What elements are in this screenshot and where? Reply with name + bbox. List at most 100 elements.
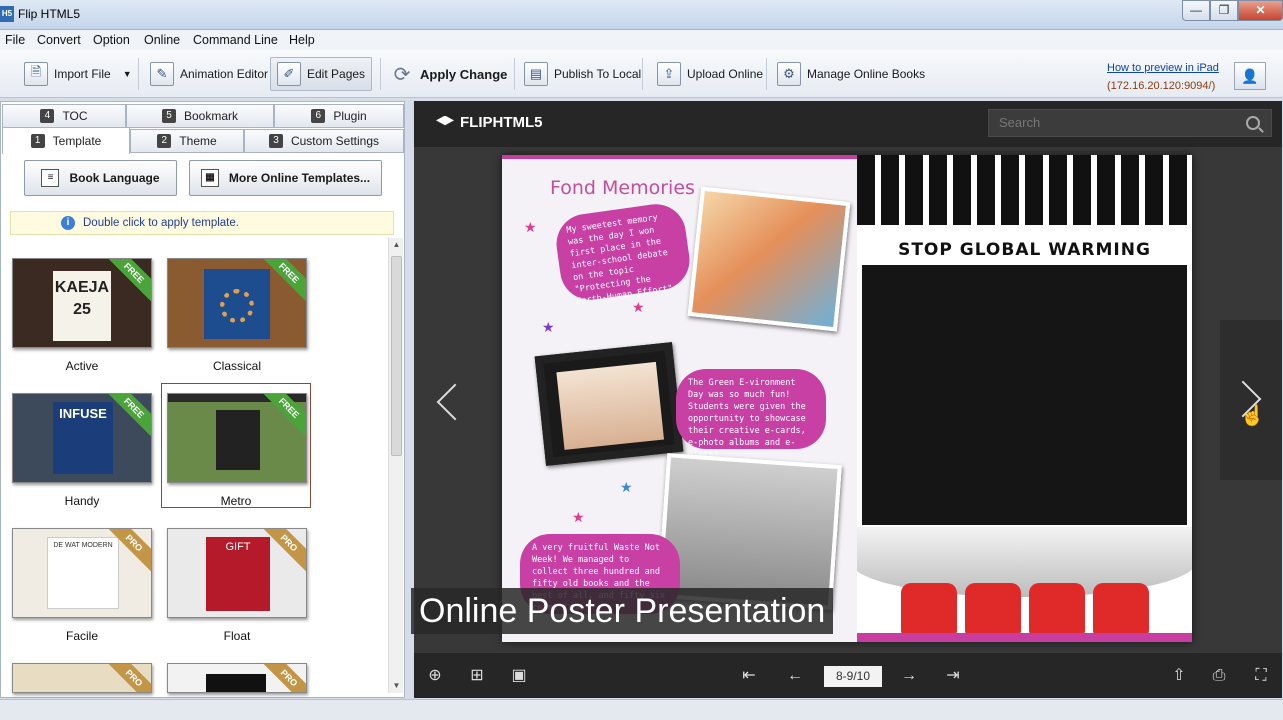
left-page-title: Fond Memories bbox=[550, 177, 695, 199]
pencil-icon: ✎ bbox=[150, 62, 174, 86]
menu-command-line[interactable]: Command Line bbox=[193, 33, 278, 47]
tab-custom-settings[interactable]: 3 Custom Settings bbox=[244, 129, 404, 153]
publish-local-label: Publish To Local bbox=[554, 67, 642, 81]
next-page-icon[interactable]: → bbox=[900, 667, 918, 685]
info-icon: i bbox=[61, 216, 75, 230]
fullscreen-icon[interactable]: ⛶ bbox=[1252, 667, 1270, 685]
tab-label: Bookmark bbox=[183, 109, 239, 123]
star-icon: ★ bbox=[572, 509, 585, 525]
template-name: Metro bbox=[220, 494, 252, 508]
photo-frame bbox=[534, 342, 684, 466]
upload-online-button[interactable]: ⇪ Upload Online bbox=[651, 57, 769, 91]
menu-file[interactable]: File bbox=[5, 33, 25, 47]
chevron-down-icon[interactable]: ▼ bbox=[123, 69, 132, 79]
previous-page-button[interactable] bbox=[432, 379, 474, 425]
event-bubble: The Green E-vironment Day was so much fu… bbox=[676, 369, 826, 460]
book-spread[interactable]: Fond Memories My sweetest memory was the… bbox=[502, 155, 1192, 642]
language-icon: ≡ bbox=[41, 169, 60, 187]
close-button[interactable]: ✕ bbox=[1238, 0, 1283, 21]
toolbar-separator bbox=[514, 58, 515, 90]
minimize-button[interactable]: — bbox=[1182, 0, 1210, 21]
thumb-cover bbox=[216, 410, 260, 470]
children-photo bbox=[556, 361, 665, 450]
template-thumb-active[interactable]: KAEJA 25 FREE bbox=[12, 258, 152, 348]
tab-label: Plugin bbox=[333, 109, 367, 123]
chevron-left-icon bbox=[436, 383, 474, 421]
menu-convert[interactable]: Convert bbox=[37, 33, 81, 47]
tab-bookmark[interactable]: 5 Bookmark bbox=[126, 104, 274, 128]
user-account-button[interactable]: 👤 bbox=[1234, 62, 1266, 90]
template-thumb-partial[interactable]: PRO bbox=[167, 663, 307, 693]
previous-page-icon[interactable]: ← bbox=[786, 667, 804, 685]
import-file-button[interactable]: 🗎 Import File ▼ bbox=[18, 57, 138, 91]
tab-theme[interactable]: 2 Theme bbox=[130, 129, 244, 153]
star-icon: ★ bbox=[632, 299, 645, 315]
right-page[interactable]: STOP GLOBAL WARMING bbox=[857, 155, 1192, 642]
template-thumb-classical[interactable]: FREE bbox=[167, 258, 307, 348]
scroll-up-icon[interactable]: ▲ bbox=[389, 238, 404, 252]
title-bar: H5 Flip HTML5 — ❐ ✕ bbox=[0, 0, 1283, 30]
apply-change-button[interactable]: ⟳ Apply Change bbox=[384, 57, 513, 91]
tab-plugin[interactable]: 6 Plugin bbox=[274, 104, 404, 128]
memory-bubble: My sweetest memory was the day I won fir… bbox=[552, 200, 694, 307]
template-thumb-partial[interactable]: PRO bbox=[12, 663, 152, 693]
menu-option[interactable]: Option bbox=[93, 33, 130, 47]
manage-online-books-button[interactable]: ⚙ Manage Online Books bbox=[771, 57, 931, 91]
tab-number: 6 bbox=[311, 109, 326, 123]
menu-help[interactable]: Help bbox=[289, 33, 315, 47]
edit-pages-button[interactable]: ✐ Edit Pages bbox=[270, 57, 373, 91]
tab-label: Custom Settings bbox=[290, 134, 380, 148]
template-thumb-float[interactable]: GIFT PRO bbox=[167, 528, 307, 618]
zoom-in-icon[interactable]: ⊕ bbox=[426, 667, 444, 685]
publish-local-button[interactable]: ▤ Publish To Local bbox=[518, 57, 647, 91]
maximize-button[interactable]: ❐ bbox=[1210, 0, 1238, 21]
template-list-scrollbar[interactable]: ▲ ▼ bbox=[388, 238, 403, 693]
print-icon[interactable]: ⎙ bbox=[1210, 667, 1228, 685]
template-icon: ▦ bbox=[200, 169, 219, 187]
last-page-icon[interactable]: ⇥ bbox=[944, 667, 962, 685]
template-thumb-facile[interactable]: DE WAT MODERN PRO bbox=[12, 528, 152, 618]
logo-text: FLIPHTML5 bbox=[460, 114, 543, 131]
next-page-button[interactable] bbox=[1220, 320, 1282, 480]
import-file-icon: 🗎 bbox=[24, 62, 48, 86]
tab-template[interactable]: 1 Template bbox=[2, 127, 130, 154]
hint-bar: i Double click to apply template. bbox=[10, 211, 394, 235]
fliphtml5-logo: FLIPHTML5 bbox=[436, 114, 543, 131]
share-icon[interactable]: ⇧ bbox=[1170, 667, 1188, 685]
thumb-cover: KAEJA 25 bbox=[53, 271, 111, 341]
thumbnails-icon[interactable]: ⊞ bbox=[468, 667, 486, 685]
theater-seat bbox=[901, 583, 957, 635]
right-page-title: STOP GLOBAL WARMING bbox=[898, 240, 1151, 260]
book-language-button[interactable]: ≡ Book Language bbox=[24, 160, 177, 196]
refresh-icon: ⟳ bbox=[393, 63, 411, 86]
tab-number: 5 bbox=[161, 109, 176, 123]
page-footer-stripe bbox=[857, 633, 1192, 642]
thumb-cover bbox=[206, 674, 266, 692]
ipad-preview-link[interactable]: How to preview in iPad bbox=[1107, 62, 1219, 74]
app-icon: H5 bbox=[0, 6, 14, 22]
template-thumb-handy[interactable]: INFUSE FREE bbox=[12, 393, 152, 483]
boy-globe-photo bbox=[687, 186, 851, 332]
page-indicator[interactable]: 8-9/10 bbox=[824, 666, 882, 687]
more-online-templates-button[interactable]: ▦ More Online Templates... bbox=[189, 160, 382, 196]
menu-online[interactable]: Online bbox=[144, 33, 180, 47]
scroll-down-icon[interactable]: ▼ bbox=[389, 679, 404, 693]
search-icon[interactable] bbox=[1246, 116, 1260, 130]
thumb-cover: INFUSE bbox=[53, 402, 113, 474]
toolbar-separator bbox=[642, 58, 643, 90]
tab-toc[interactable]: 4 TOC bbox=[2, 104, 126, 128]
template-name: Facile bbox=[65, 629, 98, 643]
group-photo bbox=[657, 453, 842, 610]
left-page[interactable]: Fond Memories My sweetest memory was the… bbox=[502, 155, 857, 642]
template-thumb-metro[interactable]: FREE bbox=[167, 393, 307, 483]
search-input[interactable]: Search bbox=[988, 109, 1272, 137]
hint-text: Double click to apply template. bbox=[83, 217, 239, 229]
animation-editor-button[interactable]: ✎ Animation Editor bbox=[144, 57, 274, 91]
toolbar-separator bbox=[380, 58, 381, 90]
flipbook-preview: FLIPHTML5 Search Fond Memories My sweete… bbox=[411, 101, 1282, 698]
template-name: Float bbox=[223, 629, 251, 643]
first-page-icon[interactable]: ⇤ bbox=[740, 667, 758, 685]
single-page-icon[interactable]: ▣ bbox=[510, 667, 528, 685]
user-icon: 👤 bbox=[1241, 68, 1259, 84]
scroll-thumb[interactable] bbox=[391, 256, 402, 456]
